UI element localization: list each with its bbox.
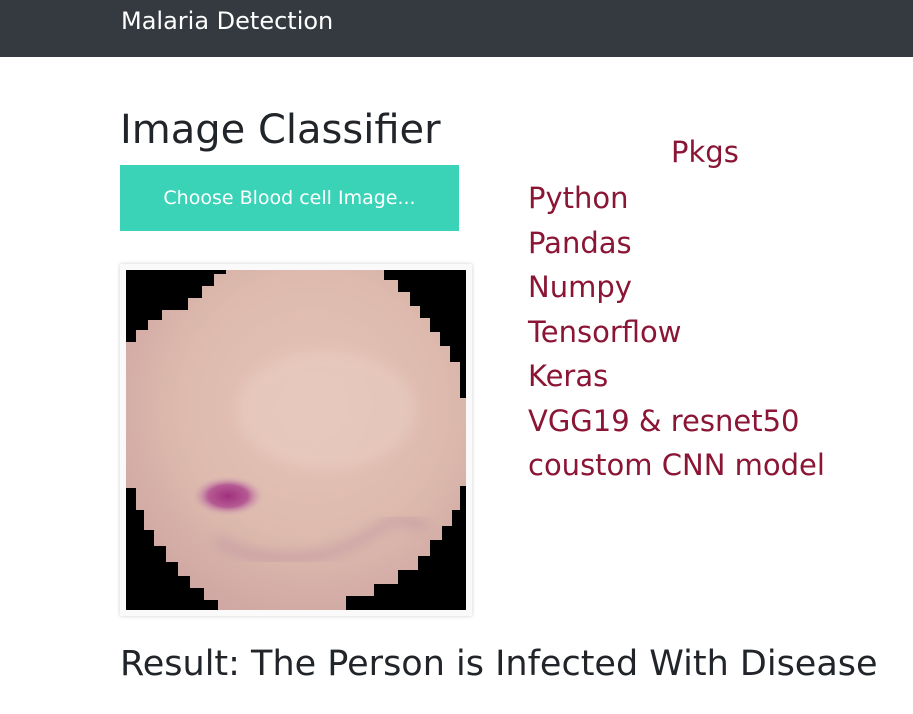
package-list: Python Pandas Numpy Tensorflow Keras VGG… — [528, 176, 825, 488]
package-item-pandas: Pandas — [528, 225, 632, 260]
navbar-brand[interactable]: Malaria Detection — [121, 6, 333, 36]
package-item-numpy: Numpy — [528, 270, 632, 304]
image-preview — [120, 264, 472, 616]
pkgs-heading: Pkgs — [671, 135, 739, 169]
navbar: Malaria Detection — [0, 0, 913, 57]
page-title: Image Classifier — [120, 107, 441, 153]
package-item-python: Python — [528, 181, 629, 215]
result-text: Result: The Person is Infected With Dise… — [120, 644, 878, 684]
package-item-tensorflow: Tensorflow — [528, 314, 682, 349]
choose-image-button[interactable]: Choose Blood cell Image... — [120, 165, 459, 231]
package-item-vgg19-resnet50: VGG19 & resnet50 — [528, 403, 800, 438]
package-item-custom-cnn: coustom CNN model — [528, 448, 825, 482]
blood-cell-image — [126, 270, 466, 610]
package-item-keras: Keras — [528, 359, 609, 393]
